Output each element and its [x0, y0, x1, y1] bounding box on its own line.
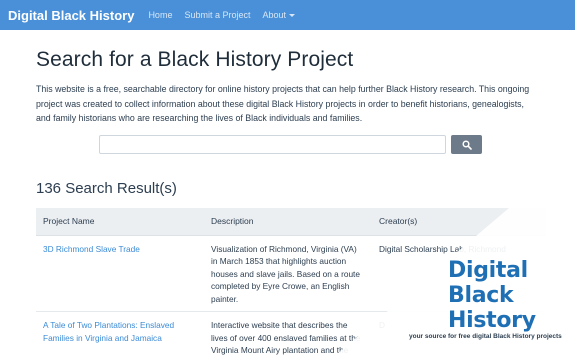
cell-creator: Digital Scholarship Lab, Richmond — [372, 235, 546, 312]
navbar: Digital Black History Home Submit a Proj… — [0, 0, 575, 30]
cell-project-name: A Tale of Two Plantations: Enslaved Fami… — [36, 311, 204, 360]
table-header-row: Project Name Description Creator(s) — [36, 208, 546, 236]
header-description[interactable]: Description — [204, 208, 372, 236]
nav-about-label: About — [262, 10, 287, 20]
results-count: 136 Search Result(s) — [36, 180, 177, 197]
brand-link[interactable]: Digital Black History — [8, 8, 134, 23]
results-table: Project Name Description Creator(s) 3D R… — [36, 208, 546, 360]
header-creators[interactable]: Creator(s) — [372, 208, 546, 236]
search-form — [99, 135, 482, 154]
main-container: Search for a Black History Project This … — [36, 30, 546, 360]
cell-creator: D — [372, 311, 546, 360]
table-row: 3D Richmond Slave Trade Visualization of… — [36, 235, 546, 312]
cell-description: Interactive website that describes the l… — [204, 311, 372, 360]
page-title: Search for a Black History Project — [36, 48, 354, 71]
cell-project-name: 3D Richmond Slave Trade — [36, 235, 204, 312]
caret-down-icon — [289, 14, 296, 18]
search-icon — [461, 139, 472, 150]
search-button[interactable] — [451, 135, 482, 154]
header-project-name[interactable]: Project Name — [36, 208, 204, 236]
cell-description: Visualization of Richmond, Virginia (VA)… — [204, 235, 372, 312]
nav-about-dropdown[interactable]: About — [262, 10, 296, 20]
intro-paragraph: This website is a free, searchable direc… — [36, 84, 530, 123]
nav-submit-project[interactable]: Submit a Project — [184, 10, 250, 20]
nav-home[interactable]: Home — [148, 10, 172, 20]
project-link[interactable]: 3D Richmond Slave Trade — [43, 244, 140, 254]
table-row: A Tale of Two Plantations: Enslaved Fami… — [36, 311, 546, 360]
project-link[interactable]: A Tale of Two Plantations: Enslaved Fami… — [43, 320, 174, 343]
search-input[interactable] — [99, 135, 446, 154]
